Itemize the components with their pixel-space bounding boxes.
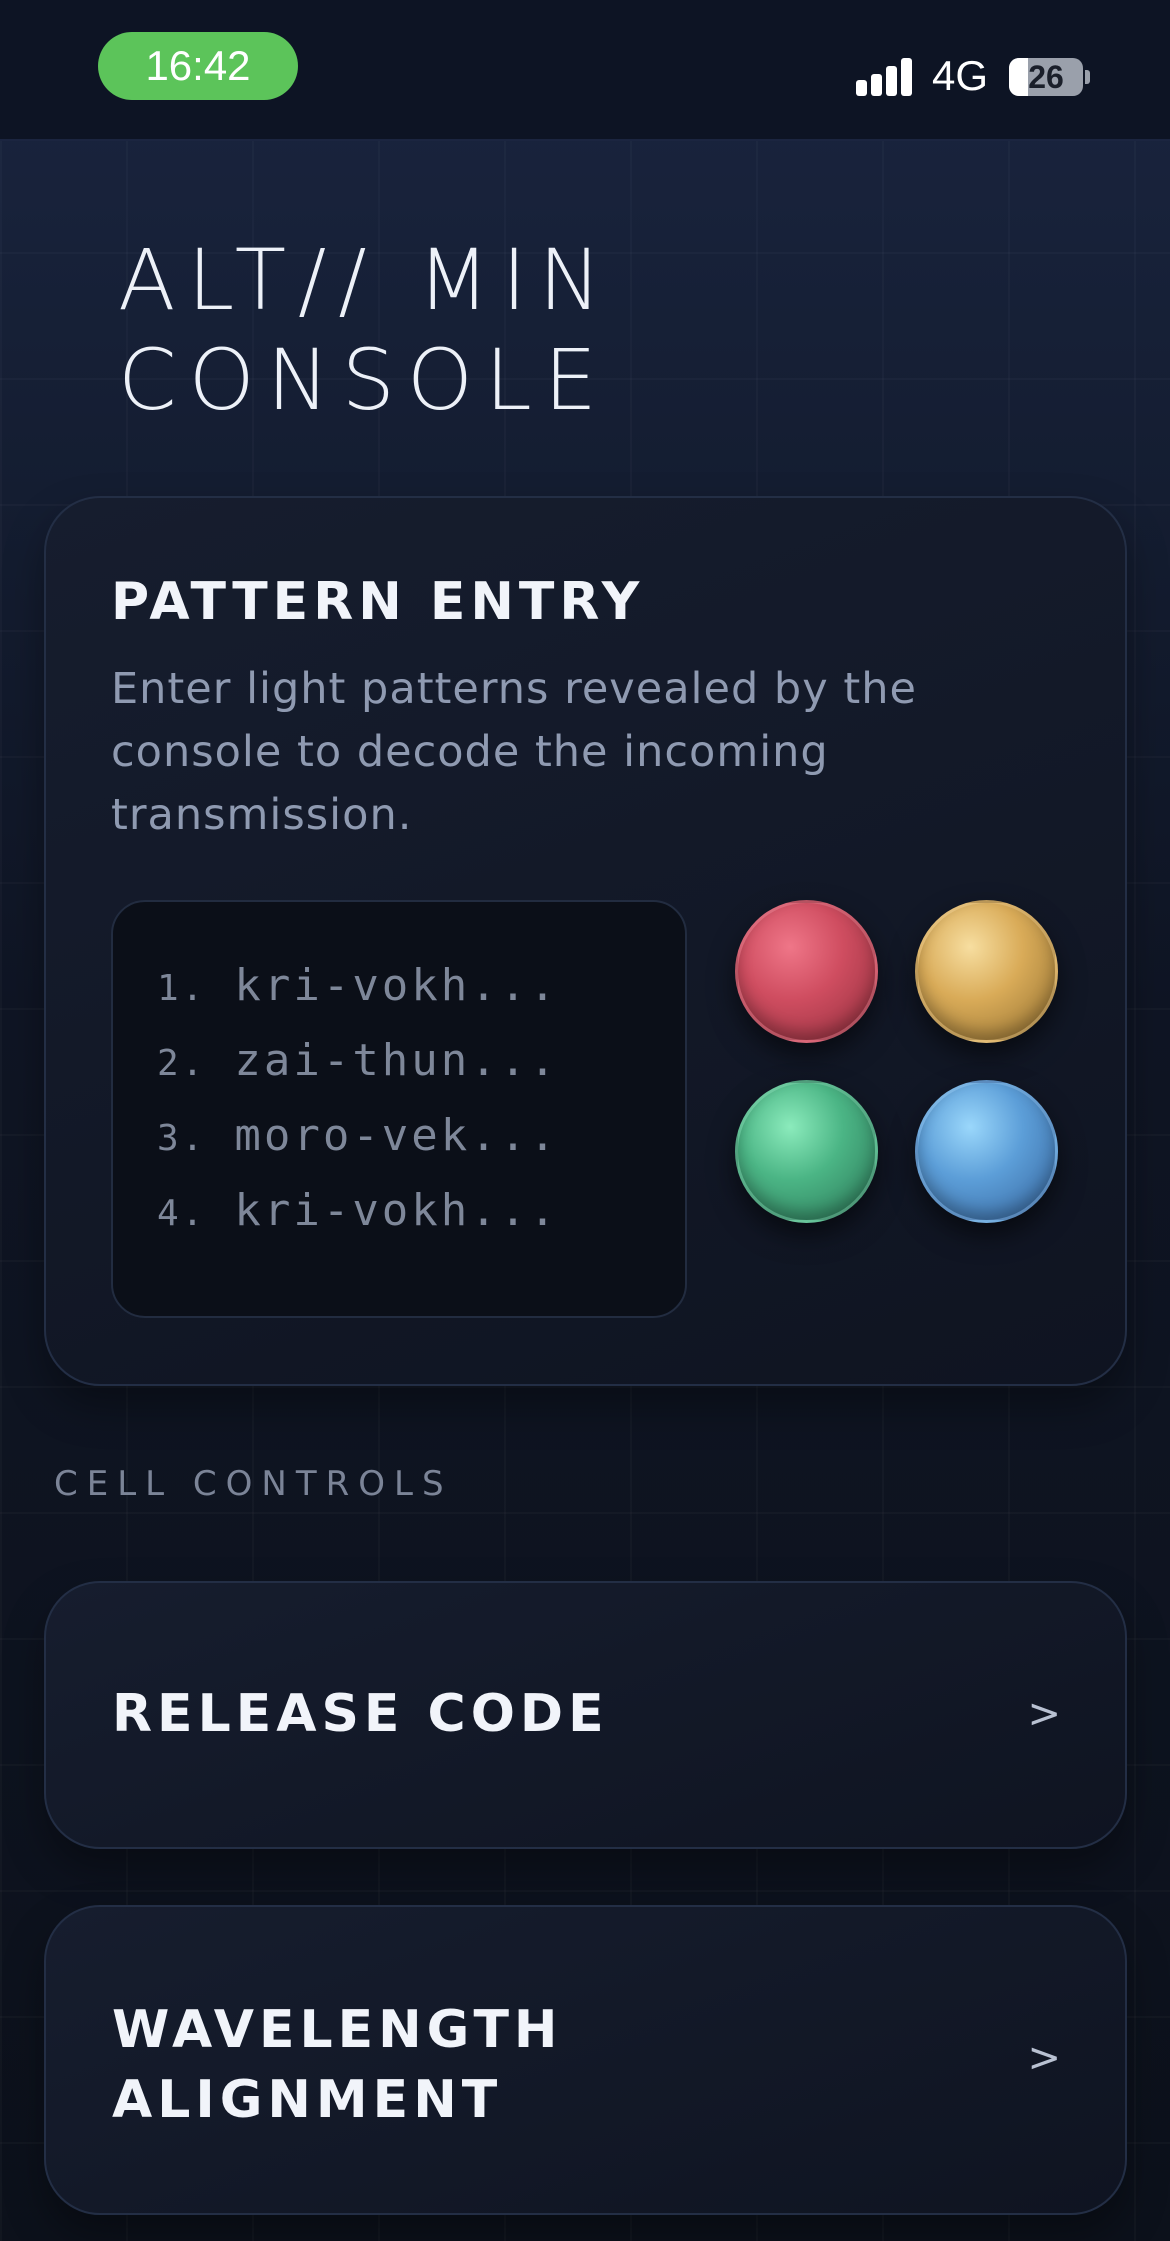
status-time: 16:42 [98,32,298,100]
console-screen: 16:42 4G 26 ALT// MIN CONSOLE PATTERN EN… [0,0,1170,2241]
list-item[interactable]: 4. kri-vokh... [157,1185,559,1236]
green-light-button[interactable] [735,1080,878,1223]
code-number: 1. [157,968,207,1009]
code-list: 1. kri-vokh... 2. zai-thun... 3. moro-vek..… [111,900,687,1318]
battery-level: 26 [1028,58,1064,95]
battery-icon: 26 [1009,58,1083,96]
code-text: kri-vokh... [234,1185,559,1236]
code-number: 4. [157,1193,207,1234]
code-text: moro-vek... [234,1110,559,1161]
cell-controls-label: CELL CONTROLS [54,1464,453,1504]
pattern-entry-description: Enter light patterns revealed by the con… [111,664,917,840]
pattern-entry-heading: PATTERN ENTRY [111,572,645,632]
code-text: zai-thun... [234,1035,559,1086]
wavelength-alignment-button[interactable]: WAVELENGTH ALIGNMENT > [44,1905,1127,2215]
release-code-label: RELEASE CODE [112,1684,609,1744]
yellow-light-button[interactable] [915,900,1058,1043]
list-item[interactable]: 1. kri-vokh... [157,960,559,1011]
battery-cap-icon [1085,70,1090,84]
blue-light-button[interactable] [915,1080,1058,1223]
wavelength-alignment-label-line1: WAVELENGTH [112,2000,563,2060]
chevron-right-icon: > [1027,2035,1061,2081]
code-number: 3. [157,1118,207,1159]
list-item[interactable]: 2. zai-thun... [157,1035,559,1086]
code-number: 2. [157,1043,207,1084]
signal-bars-icon [856,58,914,96]
red-light-button[interactable] [735,900,878,1043]
code-text: kri-vokh... [234,960,559,1011]
page-title: ALT// MIN CONSOLE [118,231,614,429]
list-item[interactable]: 3. moro-vek... [157,1110,559,1161]
chevron-right-icon: > [1027,1691,1061,1737]
network-type: 4G [932,52,989,99]
status-bar: 16:42 4G 26 [0,0,1170,141]
wavelength-alignment-label-line2: ALIGNMENT [112,2070,503,2130]
release-code-button[interactable]: RELEASE CODE > [44,1581,1127,1849]
